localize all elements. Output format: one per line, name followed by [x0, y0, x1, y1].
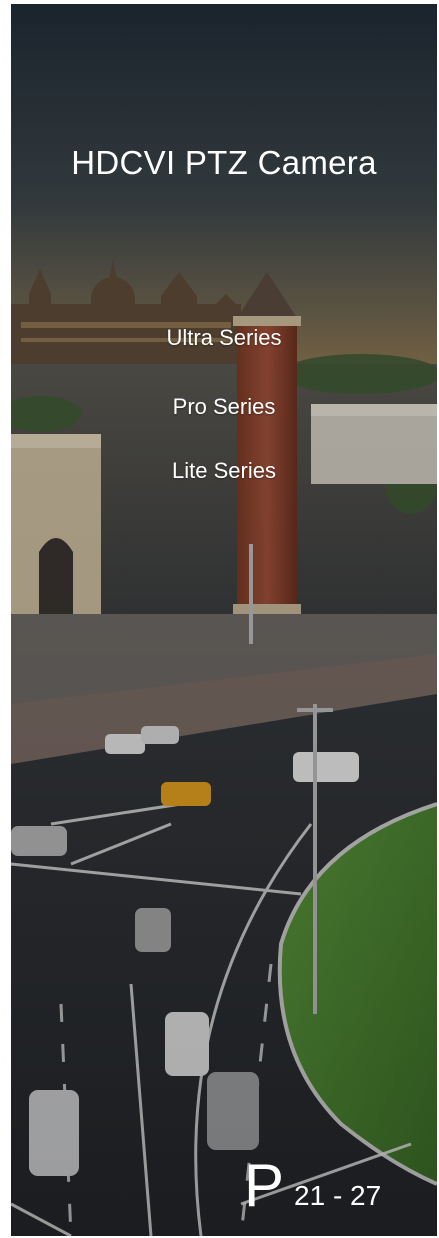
city-photo-background: [11, 4, 437, 1236]
brochure-page: HDCVI PTZ Camera Ultra Series Pro Series…: [11, 4, 437, 1236]
page-letter: P: [244, 1152, 285, 1219]
page-reference: P 21 - 27: [244, 1156, 381, 1216]
page-range: 21 - 27: [294, 1180, 382, 1211]
series-link-pro[interactable]: Pro Series: [146, 394, 302, 420]
series-link-ultra[interactable]: Ultra Series: [146, 325, 302, 351]
series-link-lite[interactable]: Lite Series: [146, 458, 302, 484]
page-title: HDCVI PTZ Camera: [71, 144, 377, 181]
